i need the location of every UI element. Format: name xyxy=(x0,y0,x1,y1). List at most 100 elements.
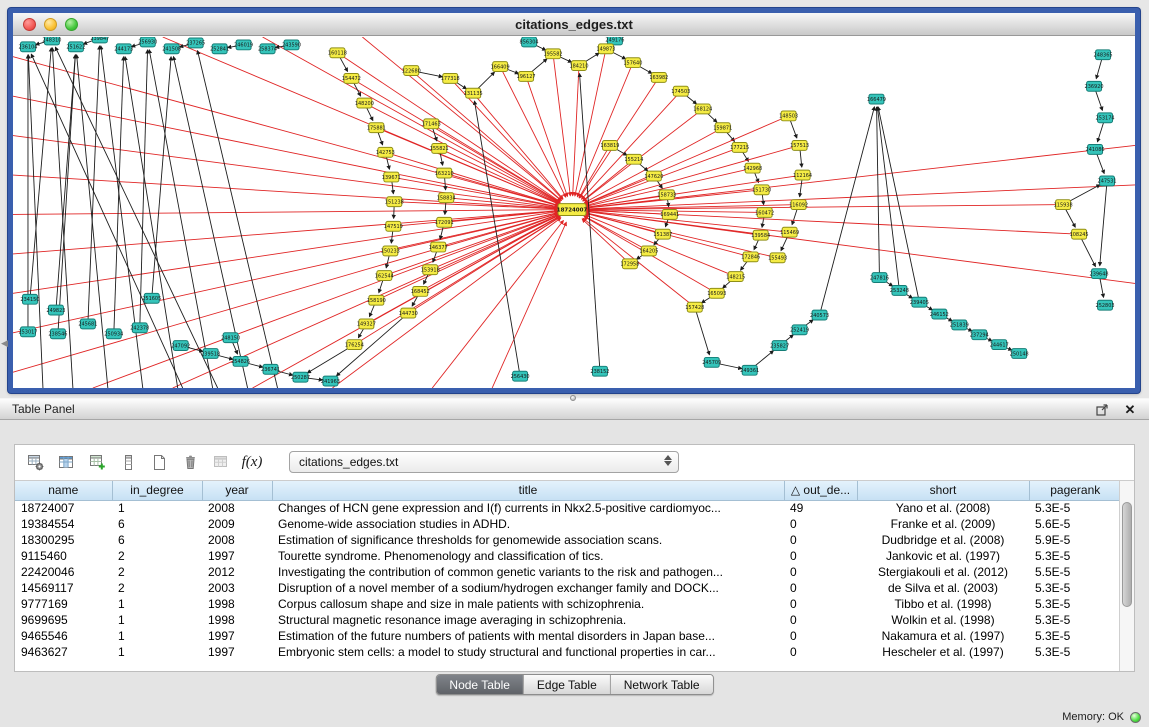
tab-network-table[interactable]: Network Table xyxy=(610,675,713,694)
table-cell[interactable]: 0 xyxy=(784,516,857,532)
float-panel-icon[interactable] xyxy=(1095,402,1109,416)
table-cell[interactable]: Tourette syndrome. Phenomenology and cla… xyxy=(272,548,784,564)
collapse-panel-arrow-icon[interactable]: ◀ xyxy=(1,338,8,349)
table-row[interactable]: 946362711997Embryonic stem cells: a mode… xyxy=(15,644,1121,660)
table-cell[interactable]: 2012 xyxy=(202,564,272,580)
table-cell[interactable]: Structural magnetic resonance image aver… xyxy=(272,612,784,628)
table-cell[interactable]: 5.3E-5 xyxy=(1029,628,1121,644)
table-cell[interactable]: Disruption of a novel member of a sodium… xyxy=(272,580,784,596)
table-cell[interactable]: 5.5E-5 xyxy=(1029,564,1121,580)
delete-column-trash-icon[interactable] xyxy=(180,452,200,472)
table-cell[interactable]: 1998 xyxy=(202,612,272,628)
column-header-out_de[interactable]: △ out_de... xyxy=(784,481,857,500)
table-cell[interactable]: Tibbo et al. (1998) xyxy=(857,596,1029,612)
table-cell[interactable]: Changes of HCN gene expression and I(f) … xyxy=(272,500,784,516)
table-row[interactable]: 2242004622012Investigating the contribut… xyxy=(15,564,1121,580)
table-cell[interactable]: 1 xyxy=(112,628,202,644)
table-cell[interactable]: 6 xyxy=(112,532,202,548)
table-row[interactable]: 1938455462009Genome-wide association stu… xyxy=(15,516,1121,532)
table-cell[interactable]: Stergiakouli et al. (2012) xyxy=(857,564,1029,580)
table-cell[interactable]: 22420046 xyxy=(15,564,112,580)
table-cell[interactable]: 1 xyxy=(112,644,202,660)
column-header-year[interactable]: year xyxy=(202,481,272,500)
table-cell[interactable]: de Silva et al. (2003) xyxy=(857,580,1029,596)
table-cell[interactable]: Estimation of significance thresholds fo… xyxy=(272,532,784,548)
table-cell[interactable]: 0 xyxy=(784,580,857,596)
table-cell[interactable]: 5.3E-5 xyxy=(1029,596,1121,612)
table-cell[interactable]: 2 xyxy=(112,580,202,596)
table-cell[interactable]: Jankovic et al. (1997) xyxy=(857,548,1029,564)
table-cell[interactable]: 2 xyxy=(112,548,202,564)
table-cell[interactable]: 0 xyxy=(784,612,857,628)
table-cell[interactable]: Dudbridge et al. (2008) xyxy=(857,532,1029,548)
window-titlebar[interactable]: citations_edges.txt xyxy=(13,13,1135,36)
table-cell[interactable]: 9115460 xyxy=(15,548,112,564)
tab-edge-table[interactable]: Edge Table xyxy=(523,675,610,694)
minimize-window-button[interactable] xyxy=(44,18,57,31)
table-mode-icon[interactable] xyxy=(25,452,45,472)
table-cell[interactable]: 5.3E-5 xyxy=(1029,644,1121,660)
table-row[interactable]: 969969511998Structural magnetic resonanc… xyxy=(15,612,1121,628)
table-row[interactable]: 946554611997Estimation of the future num… xyxy=(15,628,1121,644)
table-cell[interactable]: 18724007 xyxy=(15,500,112,516)
table-cell[interactable]: 2 xyxy=(112,564,202,580)
table-cell[interactable]: 0 xyxy=(784,628,857,644)
function-builder-button[interactable]: f(x) xyxy=(242,452,262,472)
table-row[interactable]: 1872400712008Changes of HCN gene express… xyxy=(15,500,1121,516)
table-cell[interactable]: 5.3E-5 xyxy=(1029,580,1121,596)
table-cell[interactable]: Genome-wide association studies in ADHD. xyxy=(272,516,784,532)
table-cell[interactable]: 1 xyxy=(112,612,202,628)
table-cell[interactable]: 2009 xyxy=(202,516,272,532)
splitter-handle[interactable] xyxy=(570,395,576,401)
table-cell[interactable]: 5.6E-5 xyxy=(1029,516,1121,532)
table-cell[interactable]: 14569117 xyxy=(15,580,112,596)
table-cell[interactable]: Hescheler et al. (1997) xyxy=(857,644,1029,660)
table-cell[interactable]: 1 xyxy=(112,596,202,612)
close-panel-icon[interactable]: ✕ xyxy=(1123,402,1137,416)
table-cell[interactable]: 2008 xyxy=(202,532,272,548)
table-cell[interactable]: 9463627 xyxy=(15,644,112,660)
table-cell[interactable]: 1998 xyxy=(202,596,272,612)
table-cell[interactable]: Wolkin et al. (1998) xyxy=(857,612,1029,628)
table-cell[interactable]: 2008 xyxy=(202,500,272,516)
show-columns-icon[interactable] xyxy=(56,452,76,472)
close-window-button[interactable] xyxy=(23,18,36,31)
table-cell[interactable]: Nakamura et al. (1997) xyxy=(857,628,1029,644)
table-cell[interactable]: 6 xyxy=(112,516,202,532)
scrollbar-thumb[interactable] xyxy=(1122,502,1132,607)
table-row[interactable]: 1830029562008Estimation of significance … xyxy=(15,532,1121,548)
table-cell[interactable]: 5.9E-5 xyxy=(1029,532,1121,548)
table-cell[interactable]: 9465546 xyxy=(15,628,112,644)
table-cell[interactable]: 2003 xyxy=(202,580,272,596)
table-cell[interactable]: 0 xyxy=(784,532,857,548)
table-cell[interactable]: Franke et al. (2009) xyxy=(857,516,1029,532)
table-cell[interactable]: 0 xyxy=(784,564,857,580)
table-cell[interactable]: 5.3E-5 xyxy=(1029,612,1121,628)
table-cell[interactable]: 9699695 xyxy=(15,612,112,628)
column-header-title[interactable]: title xyxy=(272,481,784,500)
single-column-icon[interactable] xyxy=(118,452,138,472)
vertical-scrollbar[interactable] xyxy=(1119,481,1134,671)
zoom-window-button[interactable] xyxy=(65,18,78,31)
tab-node-table[interactable]: Node Table xyxy=(436,675,523,694)
table-cell[interactable]: 0 xyxy=(784,548,857,564)
table-cell[interactable]: 1997 xyxy=(202,628,272,644)
table-cell[interactable]: Corpus callosum shape and size in male p… xyxy=(272,596,784,612)
table-cell[interactable]: Embryonic stem cells: a model to study s… xyxy=(272,644,784,660)
table-cell[interactable]: 5.3E-5 xyxy=(1029,548,1121,564)
table-cell[interactable]: 9777169 xyxy=(15,596,112,612)
table-selector-dropdown[interactable]: citations_edges.txt xyxy=(289,451,679,473)
table-cell[interactable]: 18300295 xyxy=(15,532,112,548)
import-table-icon[interactable] xyxy=(211,452,231,472)
table-cell[interactable]: 0 xyxy=(784,596,857,612)
new-table-icon[interactable] xyxy=(149,452,169,472)
column-header-name[interactable]: name xyxy=(15,481,112,500)
table-row[interactable]: 1456911722003Disruption of a novel membe… xyxy=(15,580,1121,596)
column-header-short[interactable]: short xyxy=(857,481,1029,500)
table-cell[interactable]: 1 xyxy=(112,500,202,516)
network-canvas[interactable]: 2361042483102516222398472441732569302415… xyxy=(13,37,1135,388)
table-cell[interactable]: Investigating the contribution of common… xyxy=(272,564,784,580)
table-cell[interactable]: 1997 xyxy=(202,548,272,564)
create-column-icon[interactable] xyxy=(87,452,107,472)
table-cell[interactable]: Estimation of the future numbers of pati… xyxy=(272,628,784,644)
